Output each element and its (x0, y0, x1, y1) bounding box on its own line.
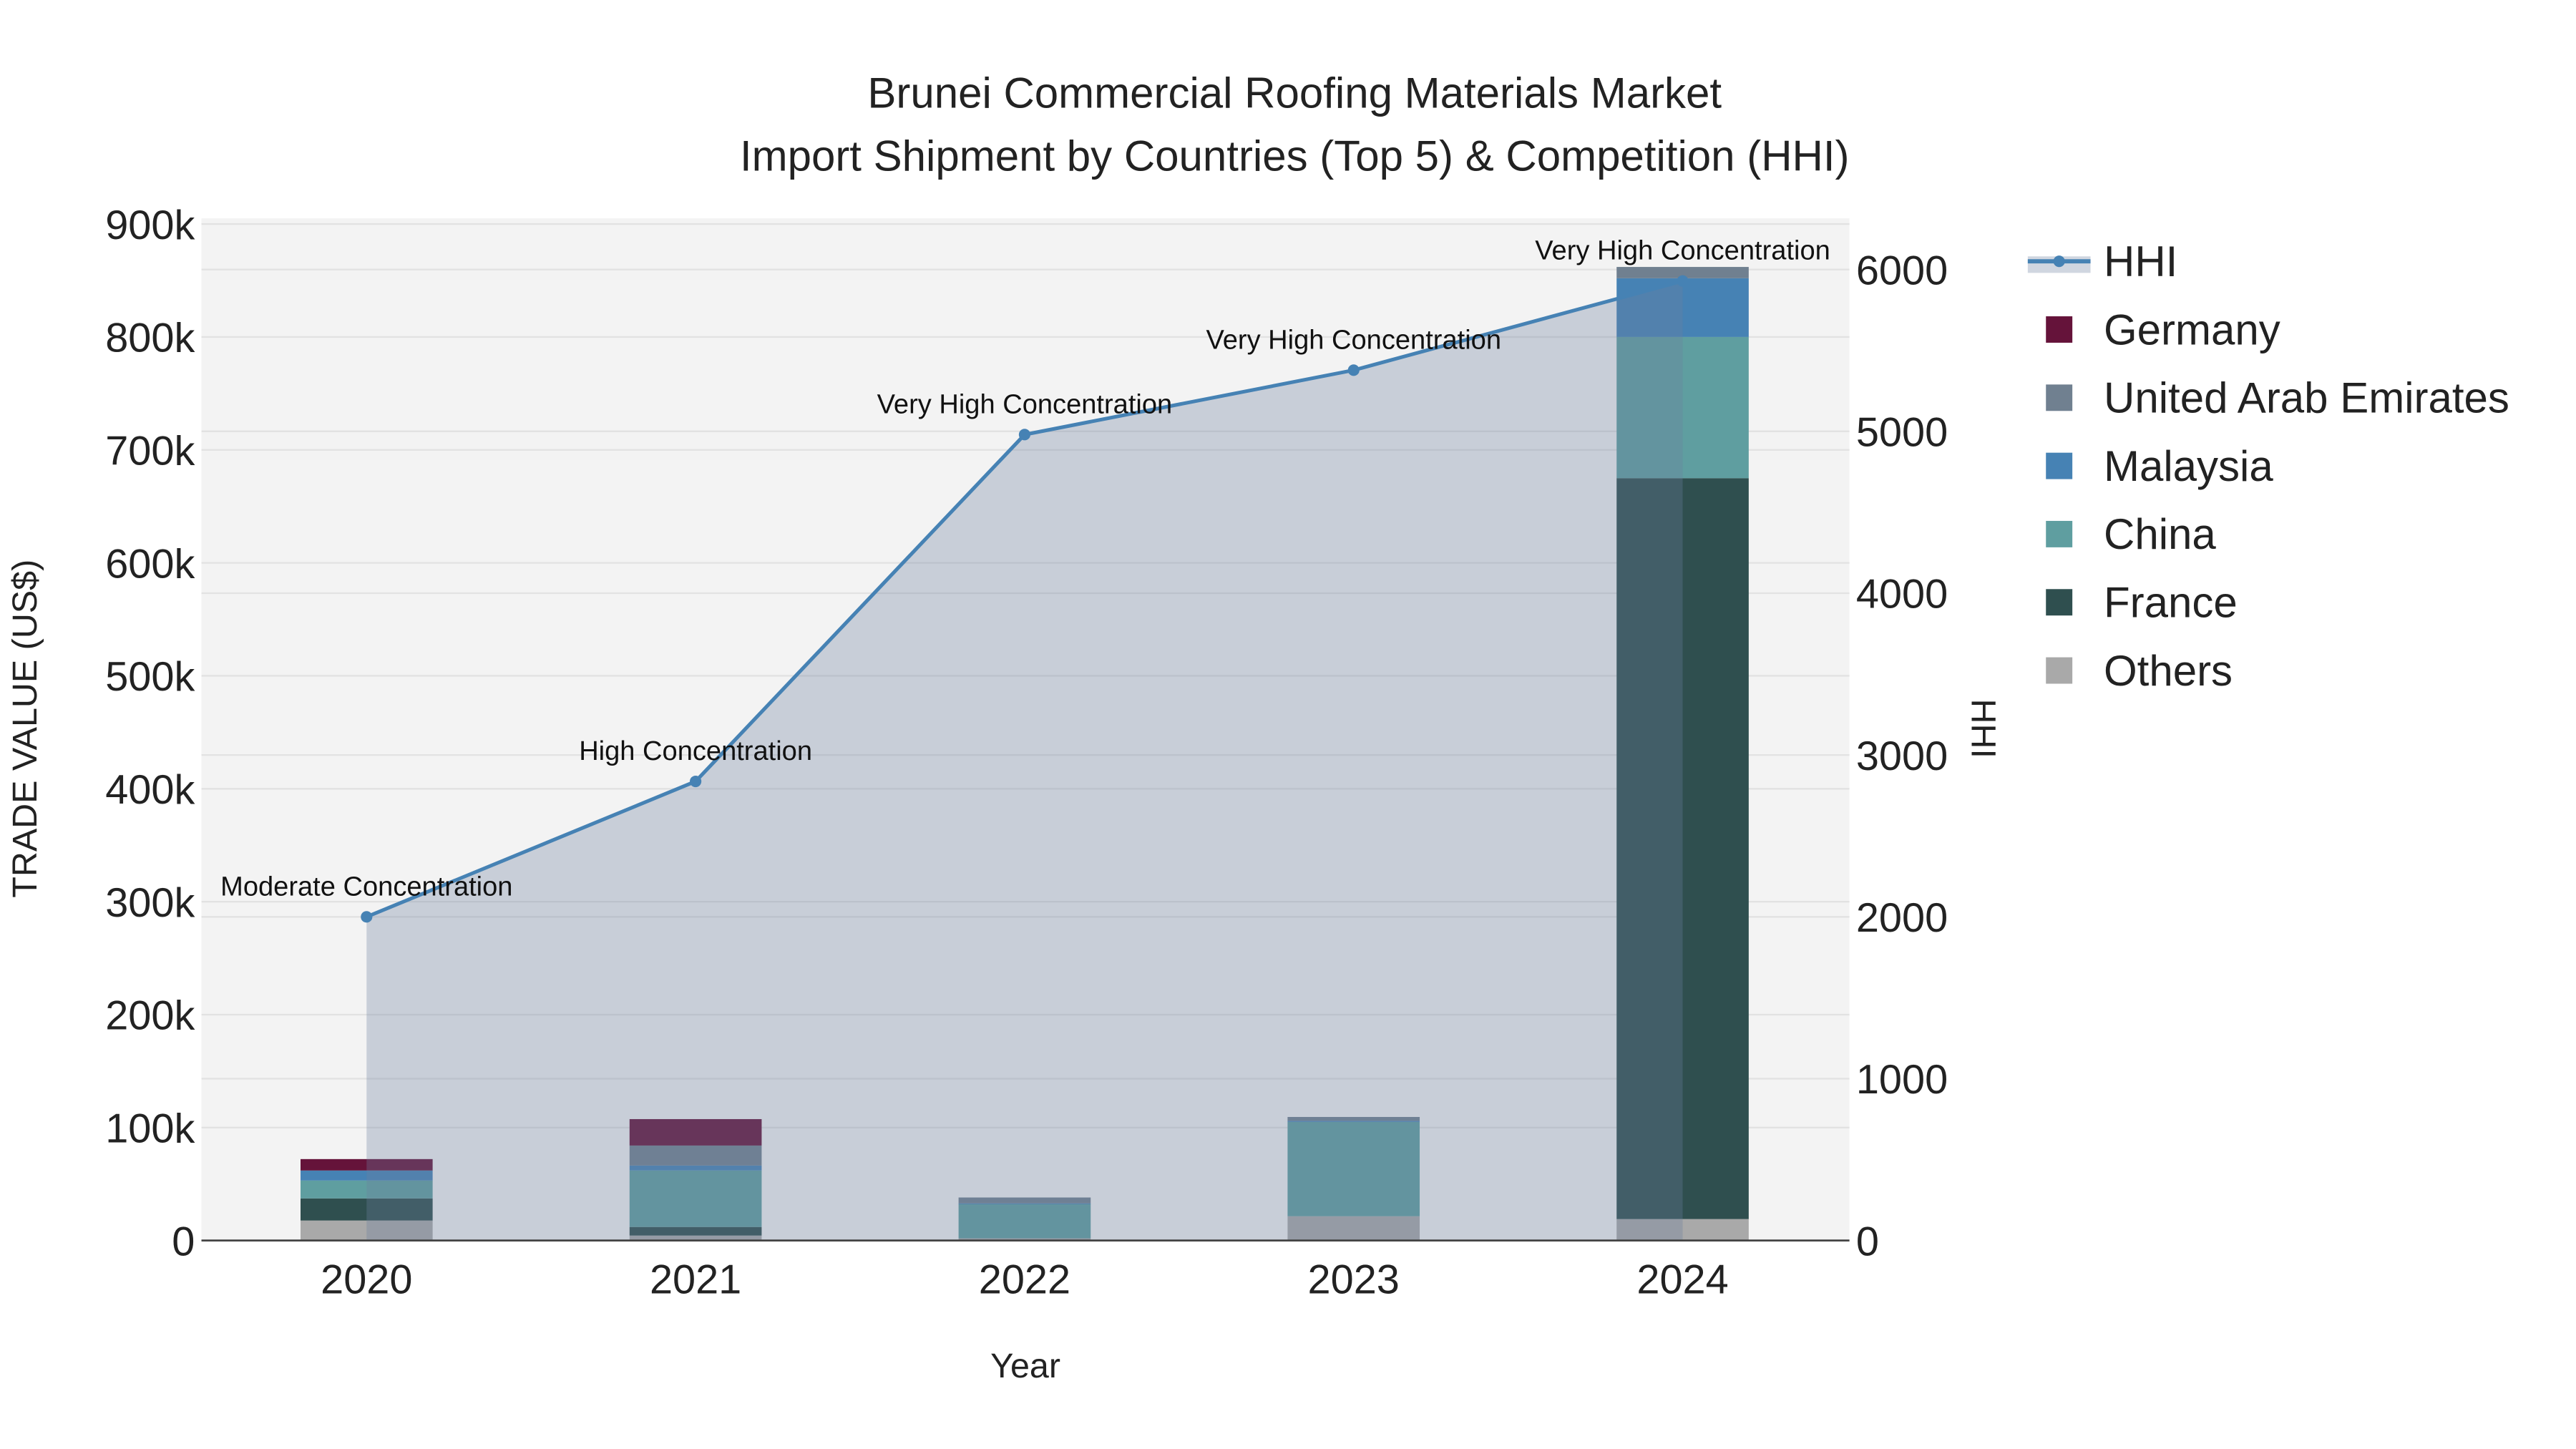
y2-tick-label: 1000 (1856, 1057, 1948, 1103)
x-tick-label: 2020 (321, 1257, 412, 1303)
legend-label: France (2104, 579, 2238, 627)
legend-swatch-malaysia (2046, 452, 2073, 479)
legend-label: HHI (2104, 238, 2177, 286)
hhi-annotation: High Concentration (579, 736, 812, 766)
legend-label: Others (2104, 647, 2233, 695)
legend-label: China (2104, 510, 2216, 558)
y-tick-label: 600k (105, 541, 195, 587)
hhi-annotation: Moderate Concentration (220, 872, 512, 902)
hhi-point (361, 911, 373, 923)
y-tick-label: 900k (105, 203, 195, 248)
y-tick-label: 100k (105, 1106, 195, 1152)
x-tick-label: 2021 (650, 1257, 741, 1303)
hhi-point (690, 775, 702, 788)
x-tick-label: 2022 (979, 1257, 1070, 1303)
y2-tick-label: 6000 (1856, 248, 1948, 293)
hhi-annotation: Very High Concentration (877, 389, 1173, 419)
y2-tick-label: 4000 (1856, 572, 1948, 618)
legend-swatch-others (2046, 657, 2073, 684)
chart-title-line1: Brunei Commercial Roofing Materials Mark… (867, 69, 1722, 117)
y2-tick-label: 2000 (1856, 895, 1948, 941)
hhi-annotation: Very High Concentration (1535, 236, 1830, 266)
y2-tick-label: 5000 (1856, 410, 1948, 456)
chart-title-line2: Import Shipment by Countries (Top 5) & C… (740, 132, 1850, 180)
y-tick-label: 700k (105, 429, 195, 474)
x-tick-label: 2023 (1308, 1257, 1400, 1303)
hhi-point (1347, 364, 1360, 376)
legend-label: Malaysia (2104, 442, 2273, 490)
legend-hhi-marker (2053, 255, 2065, 268)
legend-swatch-france (2046, 589, 2073, 616)
y-tick-label: 0 (172, 1219, 195, 1264)
hhi-point (1677, 275, 1689, 287)
legend-swatch-china (2046, 520, 2073, 547)
y-tick-label: 800k (105, 316, 195, 361)
y-axis-title: TRADE VALUE (US$) (6, 560, 44, 898)
legend-swatch-united-arab-emirates (2046, 384, 2073, 411)
x-tick-label: 2024 (1636, 1257, 1728, 1303)
x-axis-title: Year (990, 1347, 1060, 1385)
y2-tick-label: 0 (1856, 1219, 1879, 1264)
legend-label: United Arab Emirates (2104, 374, 2509, 422)
y-tick-label: 500k (105, 654, 195, 700)
y2-tick-label: 3000 (1856, 733, 1948, 779)
y-tick-label: 400k (105, 767, 195, 813)
y2-axis-title: HHI (1963, 699, 2002, 758)
y-tick-label: 300k (105, 880, 195, 926)
chart: 0 100k 200k 300k 400k 500k 600k 700k 800k 900k 0 1… (6, 69, 2509, 1386)
legend-swatch-germany (2046, 316, 2073, 343)
hhi-annotation: Very High Concentration (1206, 325, 1501, 355)
hhi-point (1018, 429, 1030, 441)
legend-label: Germany (2104, 306, 2280, 353)
y-tick-label: 200k (105, 993, 195, 1039)
